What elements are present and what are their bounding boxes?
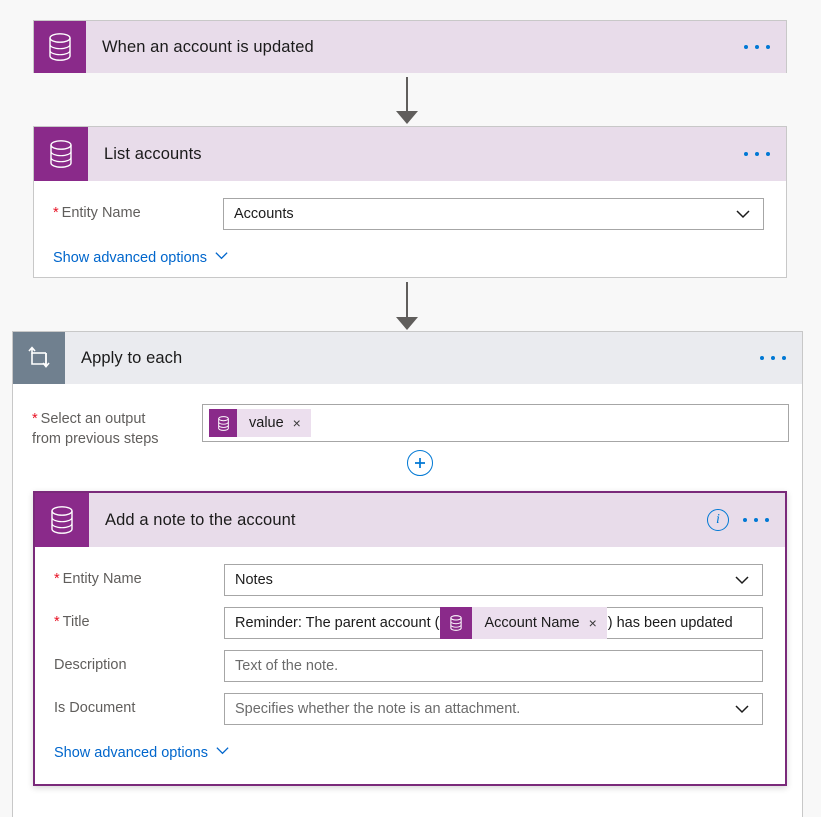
- list-accounts-body: *Entity Name Accounts Show advanced opti…: [34, 198, 786, 267]
- list-accounts-card[interactable]: List accounts *Entity Name Accounts Show…: [33, 126, 787, 278]
- entity-name-value: Accounts: [234, 206, 294, 222]
- chevron-down-icon: [214, 248, 229, 267]
- database-icon: [209, 409, 237, 437]
- list-accounts-header[interactable]: List accounts: [34, 127, 786, 181]
- token-label: Account Name: [472, 607, 588, 639]
- required-asterisk: *: [54, 571, 60, 587]
- trigger-card-header[interactable]: When an account is updated: [34, 21, 786, 73]
- note-title-row: *Title Reminder: The parent account ( Ac…: [54, 607, 785, 639]
- connector-arrow-1: [396, 77, 418, 124]
- select-output-label-line2: from previous steps: [32, 431, 159, 447]
- more-options-icon[interactable]: [744, 45, 770, 49]
- list-accounts-actions: [744, 152, 770, 156]
- note-entity-name-value: Notes: [235, 572, 273, 588]
- note-entity-name-row: *Entity Name Notes: [54, 564, 785, 596]
- loop-icon: [13, 332, 65, 384]
- list-advanced-options[interactable]: Show advanced options: [53, 248, 786, 267]
- required-asterisk: *: [32, 411, 38, 427]
- note-description-row: Description Text of the note.: [54, 650, 785, 682]
- list-accounts-title: List accounts: [104, 145, 202, 164]
- note-is-document-row: Is Document Specifies whether the note i…: [54, 693, 785, 725]
- connector-arrow-2: [396, 282, 418, 330]
- show-advanced-options-label: Show advanced options: [54, 745, 208, 761]
- chevron-down-icon[interactable]: [734, 701, 750, 717]
- trigger-card-actions: [744, 45, 770, 49]
- note-title-label: *Title: [54, 607, 224, 630]
- add-note-title: Add a note to the account: [105, 511, 296, 530]
- show-advanced-options-label: Show advanced options: [53, 250, 207, 266]
- chevron-down-icon[interactable]: [734, 572, 750, 588]
- note-description-input[interactable]: Text of the note.: [224, 650, 763, 682]
- apply-to-each-actions: [760, 356, 786, 360]
- more-options-icon[interactable]: [743, 518, 769, 522]
- info-icon[interactable]: i: [707, 509, 729, 531]
- note-description-placeholder: Text of the note.: [235, 658, 338, 674]
- apply-to-each-header[interactable]: Apply to each: [13, 332, 802, 384]
- database-icon: [34, 21, 86, 73]
- note-title-text-before: Reminder: The parent account (: [235, 615, 439, 631]
- required-asterisk: *: [54, 614, 60, 630]
- select-output-input[interactable]: value ×: [202, 404, 789, 442]
- chevron-down-icon[interactable]: [735, 206, 751, 222]
- close-icon[interactable]: ×: [589, 607, 607, 639]
- database-icon: [34, 127, 88, 181]
- note-entity-name-input[interactable]: Notes: [224, 564, 763, 596]
- show-advanced-options-link[interactable]: Show advanced options: [53, 248, 229, 267]
- close-icon[interactable]: ×: [293, 409, 311, 437]
- show-advanced-options-link[interactable]: Show advanced options: [54, 743, 230, 762]
- apply-to-each-title: Apply to each: [81, 349, 182, 368]
- trigger-card[interactable]: When an account is updated: [33, 20, 787, 73]
- entity-name-label: *Entity Name: [53, 198, 223, 221]
- add-note-actions: i: [707, 509, 769, 531]
- trigger-card-title: When an account is updated: [102, 38, 314, 57]
- entity-name-row: *Entity Name Accounts: [53, 198, 786, 230]
- note-is-document-placeholder: Specifies whether the note is an attachm…: [235, 701, 520, 717]
- entity-name-input[interactable]: Accounts: [223, 198, 764, 230]
- add-note-body: *Entity Name Notes *Title Reminder: The …: [35, 564, 785, 762]
- database-icon: [440, 607, 472, 639]
- more-options-icon[interactable]: [744, 152, 770, 156]
- token-label: value: [237, 409, 293, 437]
- add-note-header[interactable]: Add a note to the account i: [35, 493, 785, 547]
- database-icon: [35, 493, 89, 547]
- select-output-label: *Select an output from previous steps: [32, 404, 202, 449]
- note-title-text-after: ) has been updated: [608, 615, 733, 631]
- chevron-down-icon: [215, 743, 230, 762]
- note-is-document-input[interactable]: Specifies whether the note is an attachm…: [224, 693, 763, 725]
- add-note-card[interactable]: Add a note to the account i *Entity Name…: [33, 491, 787, 786]
- more-options-icon[interactable]: [760, 356, 786, 360]
- note-description-label: Description: [54, 650, 224, 673]
- add-action-button[interactable]: [407, 450, 433, 476]
- select-output-label-line1: Select an output: [41, 411, 146, 427]
- note-advanced-options[interactable]: Show advanced options: [54, 743, 785, 762]
- note-entity-name-label: *Entity Name: [54, 564, 224, 587]
- note-is-document-label: Is Document: [54, 693, 224, 716]
- required-asterisk: *: [53, 205, 59, 221]
- note-title-input[interactable]: Reminder: The parent account ( Account N…: [224, 607, 763, 639]
- token-account-name[interactable]: Account Name ×: [440, 607, 606, 639]
- select-output-row: *Select an output from previous steps va…: [32, 404, 802, 449]
- token-value[interactable]: value ×: [209, 409, 311, 437]
